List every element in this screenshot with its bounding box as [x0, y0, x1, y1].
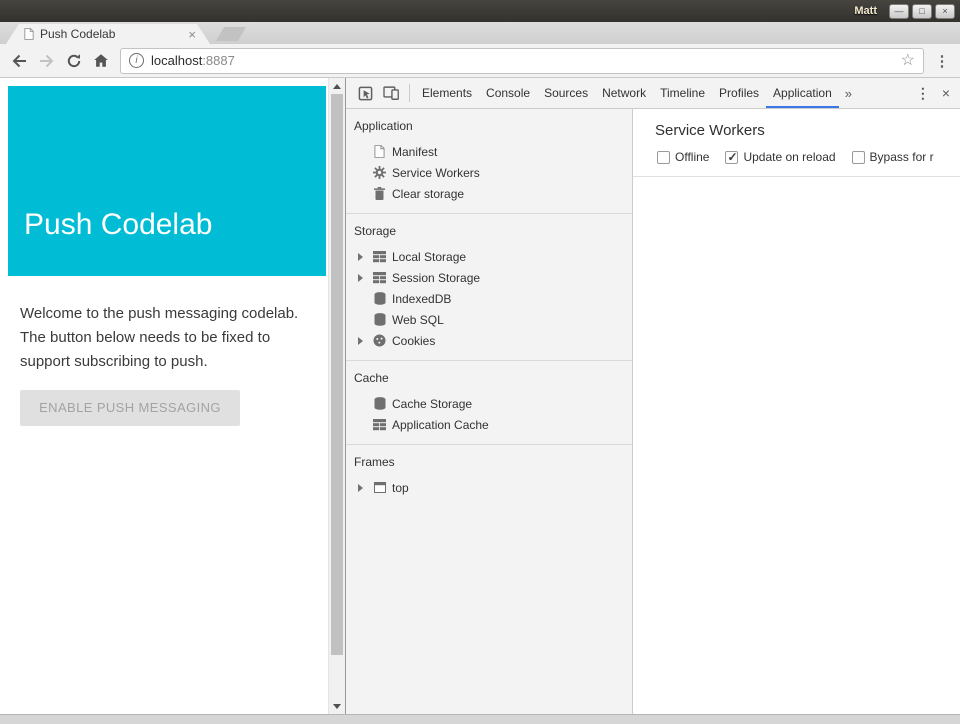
section-title-frames: Frames — [346, 451, 632, 477]
sidebar-item-service-workers[interactable]: Service Workers — [346, 162, 632, 183]
sidebar-item-manifest[interactable]: Manifest — [346, 141, 632, 162]
table-icon — [372, 418, 387, 432]
tab-network[interactable]: Network — [595, 78, 653, 108]
expand-arrow-icon[interactable] — [358, 484, 372, 492]
content-area: Push Codelab Welcome to the push messagi… — [0, 78, 960, 714]
cookie-icon — [372, 334, 387, 348]
page-favicon-icon — [24, 28, 34, 40]
table-icon — [372, 250, 387, 264]
more-tabs-button[interactable]: » — [839, 86, 858, 101]
window-controls: — □ × — [889, 4, 955, 19]
back-button[interactable] — [6, 47, 33, 74]
tab-strip: Push Codelab × — [0, 22, 960, 44]
sidebar-item-cookies[interactable]: Cookies — [346, 330, 632, 351]
expand-arrow-icon[interactable] — [358, 337, 372, 345]
enable-push-button[interactable]: ENABLE PUSH MESSAGING — [20, 390, 240, 426]
devtools-close-button[interactable]: × — [942, 85, 950, 101]
frame-icon — [372, 481, 387, 495]
window-title: Matt — [854, 5, 877, 17]
tab-application[interactable]: Application — [766, 78, 839, 108]
minimize-button[interactable]: — — [889, 4, 909, 19]
expand-arrow-icon[interactable] — [358, 253, 372, 261]
arrow-down-icon — [333, 704, 341, 709]
scroll-up-button[interactable] — [329, 78, 345, 94]
inspect-element-button[interactable] — [352, 81, 378, 105]
devtools-body: Application Manifest Service Workers — [346, 109, 960, 714]
close-button[interactable]: × — [935, 4, 955, 19]
bookmark-star-icon[interactable]: ☆ — [901, 53, 915, 69]
sidebar-section-storage: Storage Local Storage Session Storage — [346, 214, 632, 361]
web-page: Push Codelab Welcome to the push messagi… — [0, 78, 345, 714]
checkbox-icon[interactable] — [657, 151, 670, 164]
sidebar-item-session-storage[interactable]: Session Storage — [346, 267, 632, 288]
sidebar-item-cache-storage[interactable]: Cache Storage — [346, 393, 632, 414]
section-title-cache: Cache — [346, 367, 632, 393]
forward-button[interactable] — [33, 47, 60, 74]
sidebar-item-application-cache[interactable]: Application Cache — [346, 414, 632, 435]
pane-title: Service Workers — [633, 109, 960, 148]
device-toolbar-button[interactable] — [378, 81, 404, 105]
maximize-button[interactable]: □ — [912, 4, 932, 19]
checkbox-icon[interactable] — [725, 151, 738, 164]
bypass-for-network-checkbox[interactable]: Bypass for r — [852, 150, 934, 164]
devtools-toolbar: Elements Console Sources Network Timelin… — [346, 78, 960, 109]
checkbox-icon[interactable] — [852, 151, 865, 164]
tab-title: Push Codelab — [40, 27, 188, 41]
reload-button[interactable] — [60, 47, 87, 74]
database-icon — [372, 313, 387, 327]
arrow-up-icon — [333, 84, 341, 89]
intro-text: Welcome to the push messaging codelab. T… — [20, 302, 322, 374]
expand-arrow-icon[interactable] — [358, 274, 372, 282]
section-title-application: Application — [346, 115, 632, 141]
gear-icon — [372, 166, 387, 180]
browser-window: Matt — □ × Push Codelab × i — [0, 0, 960, 724]
page-hero-title: Push Codelab — [24, 208, 212, 242]
page-info-icon[interactable]: i — [129, 53, 144, 68]
scrollbar-thumb[interactable] — [331, 94, 343, 655]
browser-menu-button[interactable]: ⋮ — [930, 52, 954, 70]
document-icon — [372, 145, 387, 159]
database-icon — [372, 292, 387, 306]
sidebar-section-application: Application Manifest Service Workers — [346, 109, 632, 214]
offline-checkbox[interactable]: Offline — [657, 150, 709, 164]
page-scrollbar[interactable] — [328, 78, 345, 714]
tab-profiles[interactable]: Profiles — [712, 78, 766, 108]
service-workers-pane: Service Workers Offline Update on reload — [633, 109, 960, 714]
database-icon — [372, 397, 387, 411]
address-bar[interactable]: i localhost :8887 ☆ — [120, 48, 924, 74]
new-tab-button[interactable] — [216, 27, 246, 41]
sidebar-section-cache: Cache Cache Storage Application Cache — [346, 361, 632, 445]
window-titlebar: Matt — □ × — [0, 0, 960, 22]
table-icon — [372, 271, 387, 285]
tab-elements[interactable]: Elements — [415, 78, 479, 108]
tab-timeline[interactable]: Timeline — [653, 78, 712, 108]
browser-tab[interactable]: Push Codelab × — [6, 24, 210, 44]
section-title-storage: Storage — [346, 220, 632, 246]
sidebar-item-local-storage[interactable]: Local Storage — [346, 246, 632, 267]
sidebar-item-web-sql[interactable]: Web SQL — [346, 309, 632, 330]
sidebar-section-frames: Frames top — [346, 445, 632, 507]
trash-icon — [372, 187, 387, 201]
home-button[interactable] — [87, 47, 114, 74]
sidebar-item-clear-storage[interactable]: Clear storage — [346, 183, 632, 204]
devtools-menu-button[interactable]: ⋮ — [916, 85, 930, 102]
sidebar-item-indexeddb[interactable]: IndexedDB — [346, 288, 632, 309]
url-host: localhost — [151, 53, 202, 68]
tab-console[interactable]: Console — [479, 78, 537, 108]
browser-toolbar: i localhost :8887 ☆ ⋮ — [0, 44, 960, 78]
sidebar-item-top-frame[interactable]: top — [346, 477, 632, 498]
page-hero-banner: Push Codelab — [8, 86, 326, 276]
scroll-down-button[interactable] — [329, 698, 345, 714]
application-sidebar: Application Manifest Service Workers — [346, 109, 633, 714]
tab-sources[interactable]: Sources — [537, 78, 595, 108]
window-bottom-edge — [0, 714, 960, 724]
service-worker-controls: Offline Update on reload Bypass for r — [633, 148, 960, 177]
toolbar-divider — [409, 84, 410, 102]
update-on-reload-checkbox[interactable]: Update on reload — [725, 150, 835, 164]
devtools-panel: Elements Console Sources Network Timelin… — [345, 78, 960, 714]
url-port: :8887 — [202, 53, 235, 68]
tab-close-button[interactable]: × — [188, 28, 196, 41]
